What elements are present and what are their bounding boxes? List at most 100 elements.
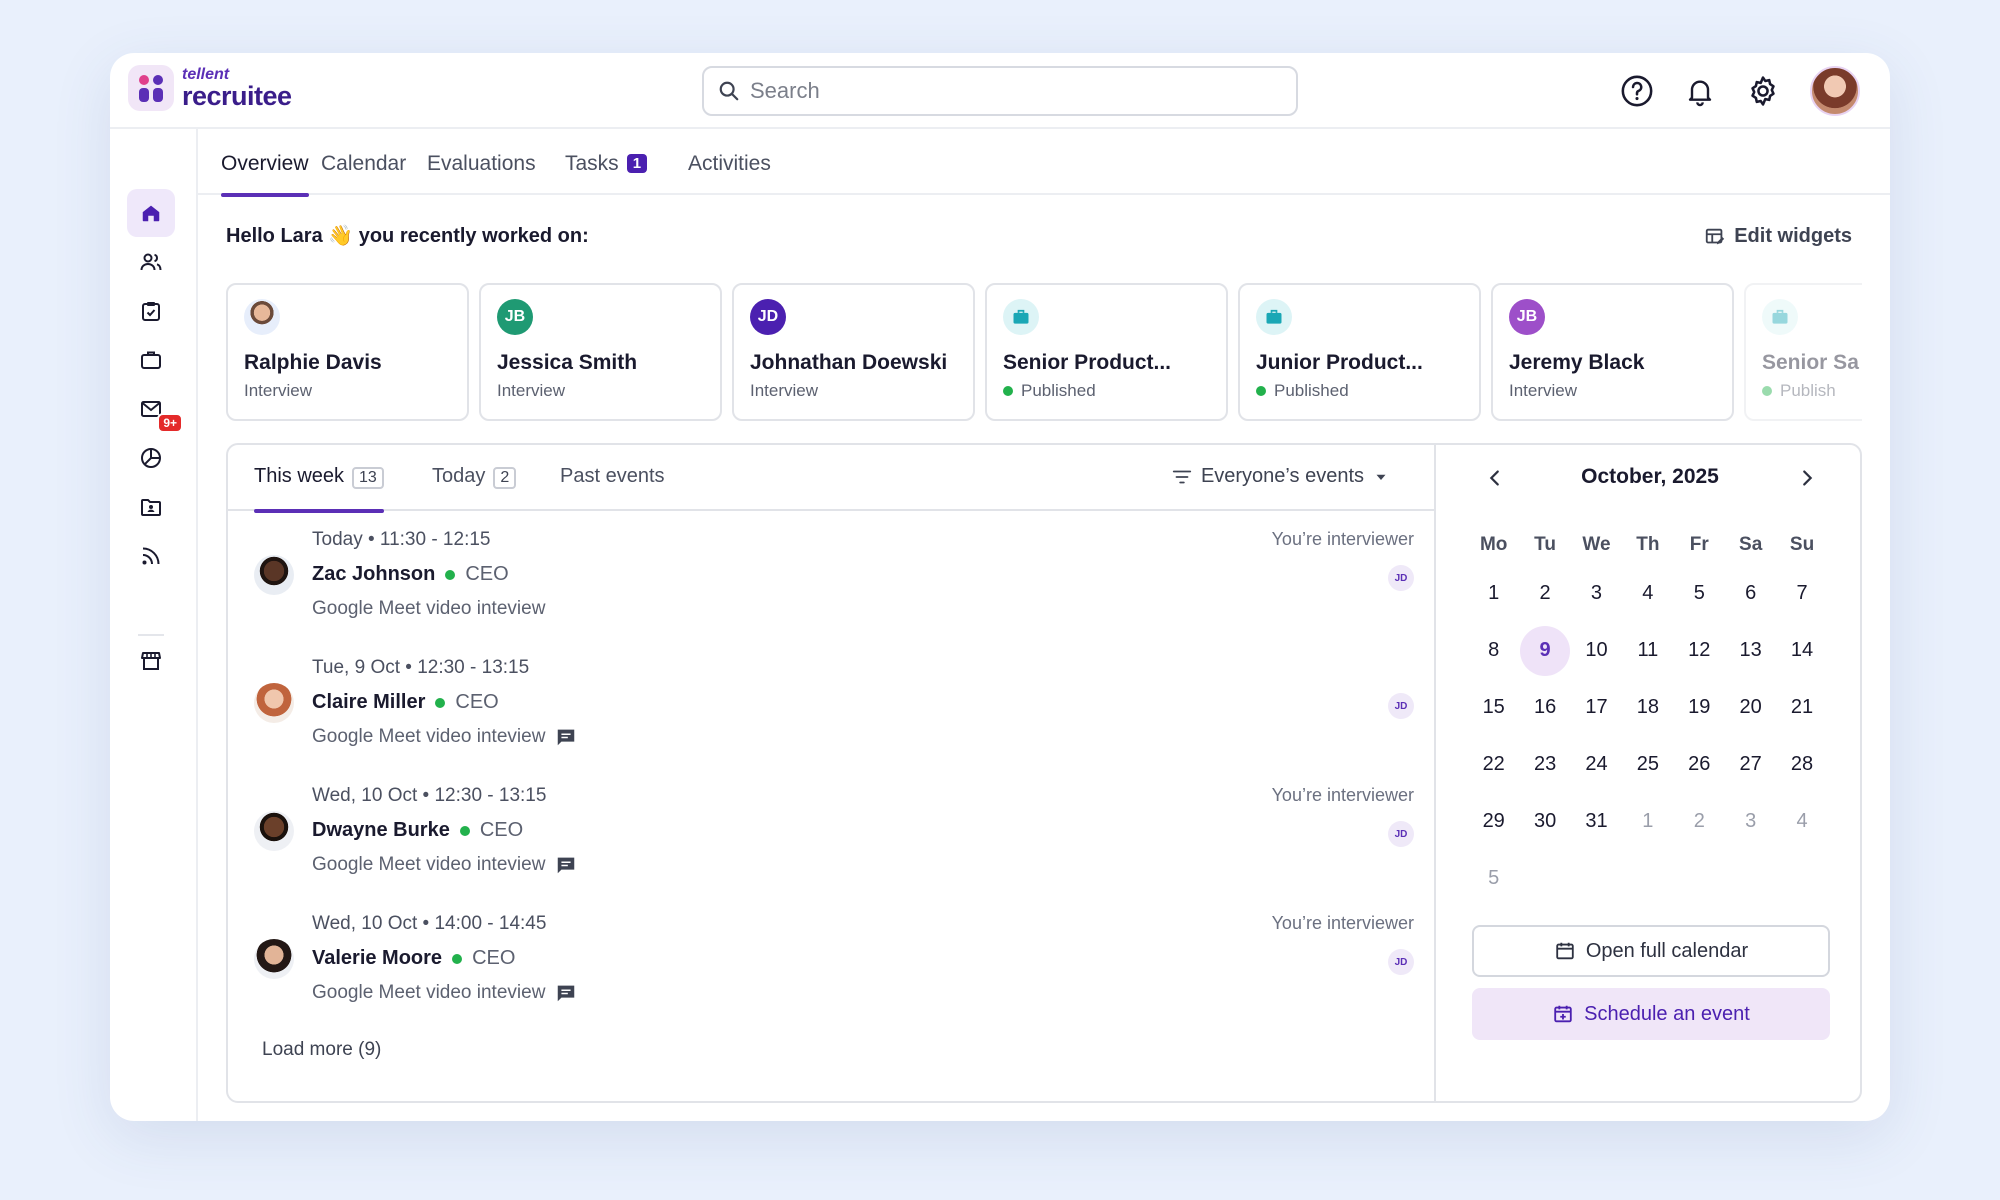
calendar-day-number: 10: [1585, 639, 1608, 661]
calendar-day[interactable]: 22: [1468, 736, 1519, 793]
recent-card[interactable]: JB Jessica Smith Interview: [479, 283, 722, 421]
sidebar-item-tasks[interactable]: [127, 287, 175, 335]
sidebar-item-candidates[interactable]: [127, 238, 175, 286]
recent-card[interactable]: JD Johnathan Doewski Interview: [732, 283, 975, 421]
calendar-day[interactable]: 16: [1519, 679, 1570, 736]
recent-card-name: Johnathan Doewski: [750, 351, 948, 374]
sidebar-item-jobs[interactable]: [127, 336, 175, 384]
recent-card[interactable]: Ralphie Davis Interview: [226, 283, 469, 421]
calendar-day[interactable]: 23: [1519, 736, 1570, 793]
calendar-day[interactable]: 5: [1674, 565, 1725, 622]
calendar-day[interactable]: 21: [1776, 679, 1827, 736]
calendar-day[interactable]: 11: [1622, 622, 1673, 679]
calendar-day[interactable]: 6: [1725, 565, 1776, 622]
calendar-day[interactable]: 27: [1725, 736, 1776, 793]
tab-overview[interactable]: Overview: [221, 152, 309, 197]
events-filter-dropdown[interactable]: Everyone’s events: [1171, 465, 1390, 488]
tab-today[interactable]: Today 2: [432, 465, 517, 511]
calendar-day[interactable]: 26: [1674, 736, 1725, 793]
calendar-day[interactable]: 12: [1674, 622, 1725, 679]
recent-card[interactable]: Senior Product... Published: [985, 283, 1228, 421]
schedule-event-button[interactable]: Schedule an event: [1472, 988, 1830, 1040]
event-candidate-name[interactable]: Claire Miller: [312, 691, 425, 714]
recent-card[interactable]: Junior Product... Published: [1238, 283, 1481, 421]
calendar-day[interactable]: 15: [1468, 679, 1519, 736]
tab-activities[interactable]: Activities: [688, 152, 771, 195]
tab-tasks[interactable]: Tasks 1: [565, 152, 648, 195]
comment-icon[interactable]: [555, 726, 577, 748]
calendar-day[interactable]: 24: [1571, 736, 1622, 793]
tab-evaluations[interactable]: Evaluations: [427, 152, 536, 195]
event-candidate-name[interactable]: Zac Johnson: [312, 563, 435, 586]
calendar-day[interactable]: 9: [1519, 622, 1571, 679]
event-item[interactable]: Wed, 10 Oct • 12:30 - 13:15 Dwayne Burke…: [254, 785, 1414, 895]
search-input[interactable]: [750, 78, 1270, 104]
pie-chart-icon: [141, 448, 161, 468]
interviewer-note: You’re interviewer: [1271, 529, 1414, 549]
calendar-day[interactable]: 3: [1571, 565, 1622, 622]
calendar-day[interactable]: 25: [1622, 736, 1673, 793]
edit-widgets-button[interactable]: Edit widgets: [1704, 225, 1852, 248]
sidebar-item-mailbox[interactable]: 9+: [127, 385, 183, 433]
interviewer-note: You’re interviewer: [1271, 785, 1414, 805]
interviewer-badge: JD: [1388, 949, 1414, 975]
chevron-right-icon[interactable]: [1796, 467, 1818, 489]
calendar-day[interactable]: 2: [1674, 793, 1725, 850]
logo[interactable]: tellent recruitee: [128, 65, 292, 111]
event-item[interactable]: Today • 11:30 - 12:15 Zac Johnson CEO Goo…: [254, 529, 1414, 639]
recent-card[interactable]: Senior Sa Publish: [1744, 283, 1862, 421]
calendar-day[interactable]: 2: [1519, 565, 1570, 622]
event-item[interactable]: Tue, 9 Oct • 12:30 - 13:15 Claire Miller…: [254, 657, 1414, 767]
calendar-day[interactable]: 4: [1622, 565, 1673, 622]
sidebar-item-marketplace[interactable]: [127, 637, 175, 685]
sidebar-item-feed[interactable]: [127, 532, 175, 580]
calendar-day[interactable]: 30: [1519, 793, 1570, 850]
event-candidate-name[interactable]: Dwayne Burke: [312, 819, 450, 842]
interviewer-badge: JD: [1388, 565, 1414, 591]
calendar-day[interactable]: 28: [1776, 736, 1827, 793]
recent-card[interactable]: JB Jeremy Black Interview: [1491, 283, 1734, 421]
calendar-day[interactable]: 20: [1725, 679, 1776, 736]
help-icon[interactable]: [1620, 74, 1654, 108]
online-dot: [459, 825, 470, 836]
calendar-day[interactable]: 1: [1622, 793, 1673, 850]
calendar-day[interactable]: 31: [1571, 793, 1622, 850]
calendar-day[interactable]: 1: [1468, 565, 1519, 622]
calendar-day[interactable]: 7: [1776, 565, 1827, 622]
sidebar-item-talent-pool[interactable]: [127, 483, 175, 531]
tab-past-events[interactable]: Past events: [560, 465, 665, 511]
store-icon: [141, 652, 161, 670]
gear-icon[interactable]: [1746, 74, 1780, 108]
recent-card-status: Published: [1274, 381, 1349, 400]
calendar-day[interactable]: 10: [1571, 622, 1622, 679]
comment-icon[interactable]: [555, 982, 577, 1004]
user-avatar[interactable]: [1810, 66, 1860, 116]
calendar-day[interactable]: 4: [1776, 793, 1827, 850]
sidebar-item-home[interactable]: [127, 189, 175, 237]
calendar-day[interactable]: 13: [1725, 622, 1776, 679]
calendar-day[interactable]: 14: [1776, 622, 1827, 679]
event-candidate-name[interactable]: Valerie Moore: [312, 947, 442, 970]
calendar-day[interactable]: 18: [1622, 679, 1673, 736]
calendar-day[interactable]: 17: [1571, 679, 1622, 736]
recent-card-status: Interview: [244, 381, 313, 400]
tab-this-week[interactable]: This week 13: [254, 465, 384, 513]
calendar-day[interactable]: 19: [1674, 679, 1725, 736]
comment-icon[interactable]: [555, 854, 577, 876]
count-badge: 2: [493, 467, 517, 489]
bell-icon[interactable]: [1684, 75, 1716, 107]
load-more-button[interactable]: Load more (9): [262, 1039, 381, 1061]
tab-calendar[interactable]: Calendar: [321, 152, 406, 195]
open-full-calendar-button[interactable]: Open full calendar: [1472, 925, 1830, 977]
count-badge: 13: [352, 467, 384, 489]
calendar-day[interactable]: 8: [1468, 622, 1519, 679]
sidebar-item-reports[interactable]: [127, 434, 175, 482]
calendar-day[interactable]: 3: [1725, 793, 1776, 850]
calendar-day-number: 15: [1482, 696, 1505, 718]
calendar-grid: Mo Tu We Th Fr Sa Su 1 2 3 4 5 6 7 8 9 10 11 12 13 14 15 16 17 1…: [1468, 525, 1828, 907]
search-box[interactable]: [702, 66, 1298, 116]
briefcase-icon: [1256, 299, 1292, 335]
event-item[interactable]: Wed, 10 Oct • 14:00 - 14:45 Valerie Moor…: [254, 913, 1414, 1023]
calendar-day[interactable]: 5: [1468, 850, 1519, 907]
calendar-day[interactable]: 29: [1468, 793, 1519, 850]
